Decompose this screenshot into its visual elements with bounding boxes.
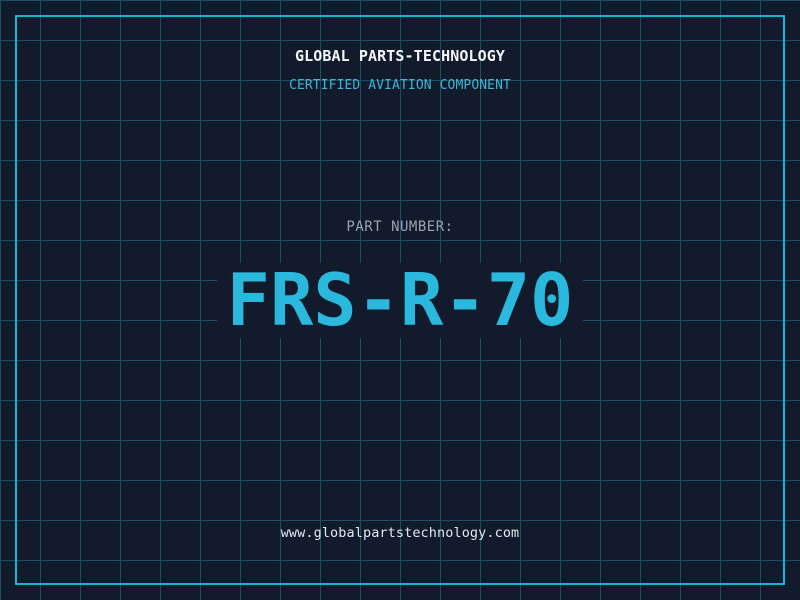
certificate-page: GLOBAL PARTS-TECHNOLOGY CERTIFIED AVIATI… [0,0,800,600]
part-number-row: FRS-R-70 [0,263,800,338]
certification-subtitle: CERTIFIED AVIATION COMPONENT [289,78,511,93]
website-url: www.globalpartstechnology.com [280,525,520,541]
part-number-value: FRS-R-70 [216,263,584,338]
company-name: GLOBAL PARTS-TECHNOLOGY [294,47,505,65]
part-number-label: PART NUMBER: [346,219,454,235]
